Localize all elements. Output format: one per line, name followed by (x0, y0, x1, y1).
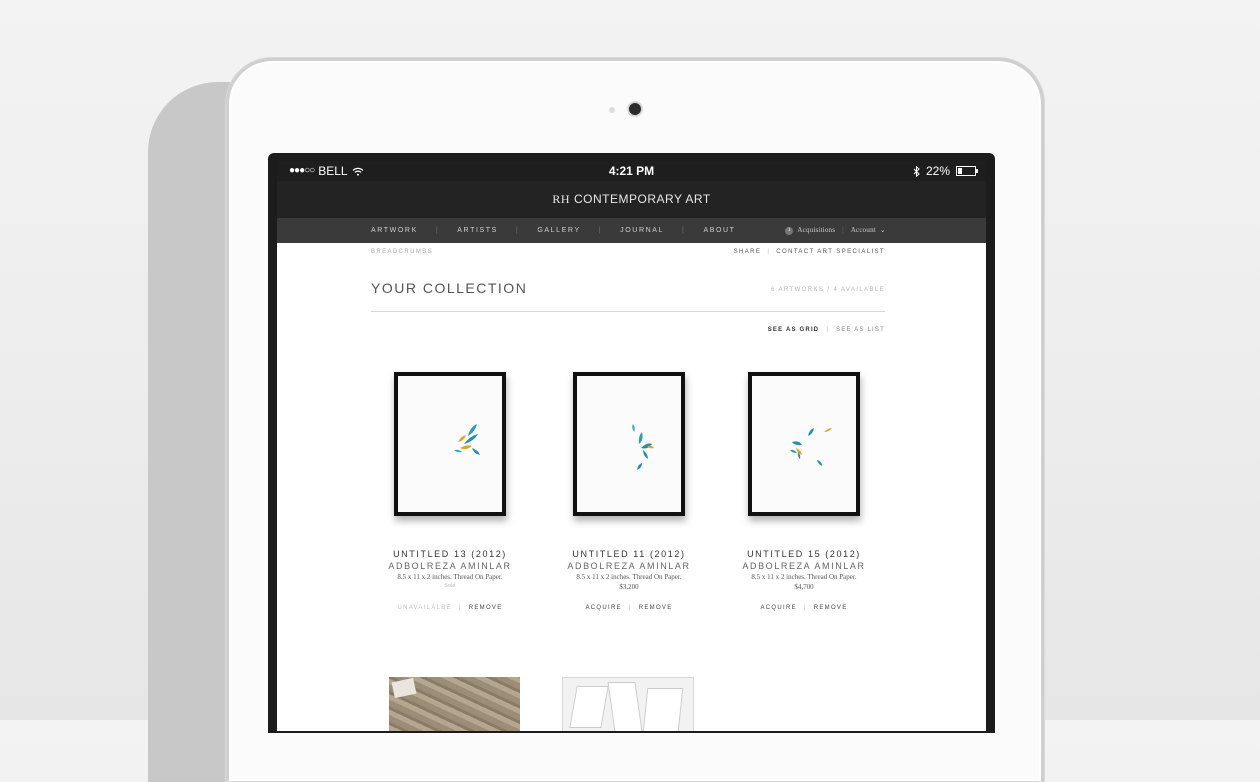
artwork-info-2: UNTITLED 11 (2012) ADBOLREZA AMINLAR 8.5… (539, 549, 719, 591)
breadcrumb[interactable]: BREADCRUMBS (371, 249, 433, 255)
divider: | (458, 605, 462, 611)
artwork-price: $3,200 (619, 583, 639, 591)
artwork-illustration (790, 428, 832, 466)
artwork-image-untitled-15[interactable] (748, 372, 860, 516)
nav-gallery[interactable]: GALLERY (537, 218, 580, 243)
artwork-price: $4,700 (794, 583, 814, 591)
artwork-artist[interactable]: ADBOLREZA AMINLAR (714, 561, 894, 571)
brand-header: RH CONTEMPORARY ART (277, 181, 986, 218)
artwork-image-collage[interactable] (389, 677, 520, 731)
acquire-button[interactable]: ACQUIRE (585, 605, 621, 611)
title-divider (371, 311, 885, 312)
nav-artwork[interactable]: ARTWORK (371, 218, 418, 243)
artwork-image-untitled-11[interactable] (573, 372, 685, 516)
artwork-actions-3: ACQUIRE | REMOVE (714, 605, 894, 611)
front-camera (629, 103, 641, 115)
bluetooth-icon (913, 165, 920, 177)
artwork-detail: 8.5 x 11 x 2 inches. Thread On Paper. (397, 573, 503, 581)
main-nav: ARTWORK | ARTISTS | GALLERY | JOURNAL | … (277, 218, 986, 243)
divider: | (628, 605, 632, 611)
view-toggle: SEE AS GRID | SEE AS LIST (768, 327, 885, 333)
artwork-actions-2: ACQUIRE | REMOVE (539, 605, 719, 611)
share-link[interactable]: SHARE (734, 249, 762, 255)
artwork-title[interactable]: UNTITLED 13 (2012) (360, 549, 540, 559)
acquisitions-count-badge: 1 (785, 226, 794, 235)
collection-count: 6 ARTWORKS / 4 AVAILABLE (771, 287, 885, 293)
contact-specialist-link[interactable]: CONTACT ART SPECIALIST (776, 249, 885, 255)
nav-about[interactable]: ABOUT (703, 218, 735, 243)
artwork-detail: 8.5 x 11 x 2 inches. Thread On Paper. (751, 573, 857, 581)
artwork-info-1: UNTITLED 13 (2012) ADBOLREZA AMINLAR 8.5… (360, 549, 540, 589)
nav-divider: | (842, 226, 844, 234)
artwork-illustration (632, 424, 654, 470)
artwork-illustration (454, 424, 480, 455)
battery-fill (958, 168, 962, 174)
sold-status: Sold (444, 583, 456, 589)
status-time: 4:21 PM (608, 164, 655, 178)
see-as-grid-button[interactable]: SEE AS GRID (768, 327, 820, 333)
nav-divider: | (435, 227, 440, 234)
nav-divider: | (682, 227, 686, 234)
battery-icon (956, 166, 978, 176)
unavailable-label: UNAVAILALBE (397, 605, 452, 611)
artwork-image-untitled-13[interactable] (394, 372, 506, 516)
artwork-detail: 8.5 x 11 x 2 inches. Thread On Paper. (576, 573, 682, 581)
remove-button[interactable]: REMOVE (814, 605, 848, 611)
light-sensor (609, 107, 615, 113)
artwork-image-sculpture[interactable] (562, 677, 694, 731)
status-bar: ●●●○○ BELL 4:21 PM 22% (277, 161, 986, 181)
account-menu[interactable]: Account (851, 218, 876, 243)
artwork-title[interactable]: UNTITLED 15 (2012) (714, 549, 894, 559)
artwork-title[interactable]: UNTITLED 11 (2012) (539, 549, 719, 559)
artwork-actions-1: UNAVAILALBE | REMOVE (360, 605, 540, 611)
nav-divider: | (515, 227, 520, 234)
sculpture-shard (642, 688, 684, 731)
brand-logo[interactable]: RH (552, 192, 570, 206)
nav-divider: | (598, 227, 603, 234)
artwork-info-3: UNTITLED 15 (2012) ADBOLREZA AMINLAR 8.5… (714, 549, 894, 591)
nav-journal[interactable]: JOURNAL (620, 218, 664, 243)
brand-name[interactable]: CONTEMPORARY ART (574, 192, 711, 206)
divider: | (767, 249, 771, 255)
chevron-down-icon[interactable]: ⌄ (880, 218, 886, 243)
divider: | (826, 327, 830, 333)
sculpture-shard (607, 682, 643, 731)
acquisitions-link[interactable]: Acquisitions (797, 218, 835, 243)
app-screen: ●●●○○ BELL 4:21 PM 22% RH CONTEMPORARY AR… (277, 161, 986, 731)
remove-button[interactable]: REMOVE (639, 605, 673, 611)
nav-artists[interactable]: ARTISTS (457, 218, 498, 243)
acquire-button[interactable]: ACQUIRE (760, 605, 796, 611)
artwork-artist[interactable]: ADBOLREZA AMINLAR (360, 561, 540, 571)
divider: | (803, 605, 807, 611)
battery-percent: 22% (925, 164, 950, 178)
artwork-artist[interactable]: ADBOLREZA AMINLAR (539, 561, 719, 571)
see-as-list-button[interactable]: SEE AS LIST (836, 327, 885, 333)
sculpture-shard (569, 686, 609, 728)
remove-button[interactable]: REMOVE (469, 605, 503, 611)
collage-paper-patch (391, 677, 417, 699)
